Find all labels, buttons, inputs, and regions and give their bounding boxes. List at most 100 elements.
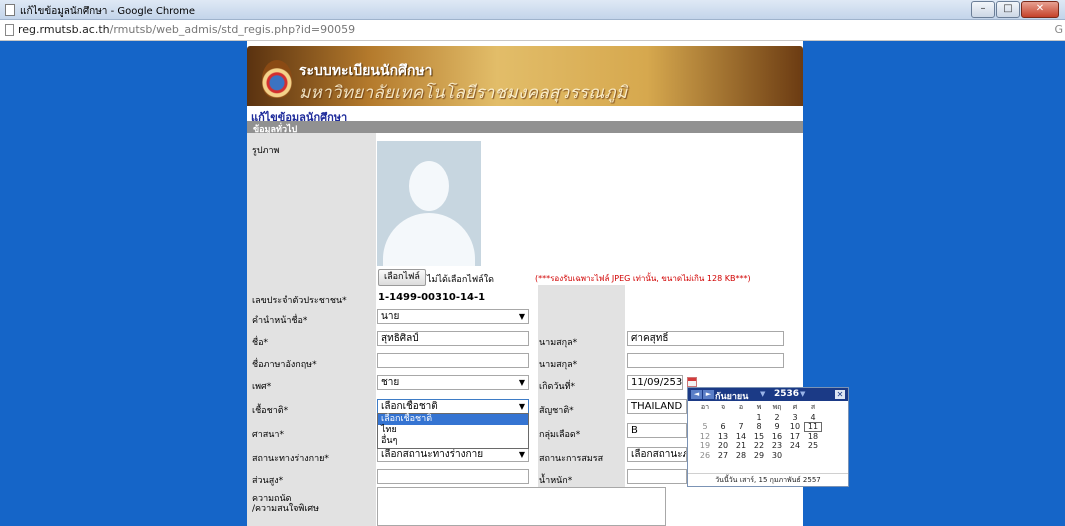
year-select[interactable]: 2536 xyxy=(774,389,799,399)
race-option[interactable]: อื่นๆ xyxy=(378,436,528,447)
body-status-select[interactable]: เลือกสถานะทางร่างกาย ▼ xyxy=(377,447,529,462)
calendar-day[interactable]: 9 xyxy=(768,422,786,432)
prev-month-button[interactable]: ◄ xyxy=(691,390,702,399)
avatar-head xyxy=(409,161,449,211)
calendar-day[interactable]: 18 xyxy=(804,432,822,442)
weight-label: น้ำหนัก* xyxy=(539,476,573,486)
calendar-day[interactable]: 24 xyxy=(786,441,804,451)
year-dropdown-icon[interactable]: ▼ xyxy=(800,390,805,398)
race-dropdown-list[interactable]: เลือกเชื้อชาติ ไทย อื่นๆ xyxy=(377,413,529,449)
calendar-day[interactable]: 19 xyxy=(696,441,714,451)
last-name-input[interactable]: ศาคสุทธิ์ xyxy=(627,331,784,346)
calendar-day[interactable]: 3 xyxy=(786,413,804,423)
calendar-day[interactable]: 8 xyxy=(750,422,768,432)
calendar-day[interactable]: 7 xyxy=(732,422,750,432)
date-picker[interactable]: ◄ ► กันยายน ▼ 2536 ▼ ✕ อา จ อ พ พฤ ศ ส 1… xyxy=(687,387,849,487)
url-path: /rmutsb/web_admis/std_regis.php?id=90059 xyxy=(109,23,356,36)
page-content: ระบบทะเบียนนักศึกษา มหาวิทยาลัยเทคโนโลยี… xyxy=(247,41,849,526)
calendar-icon[interactable] xyxy=(687,377,697,387)
race-select[interactable]: เลือกเชื้อชาติ ▼ xyxy=(377,399,529,414)
weekday-label: อา xyxy=(700,403,710,411)
marital-status-select[interactable]: เลือกสถานะภา xyxy=(627,447,687,462)
calendar-day xyxy=(732,413,750,423)
gender-select[interactable]: ชาย ▼ xyxy=(377,375,529,390)
page-icon xyxy=(5,4,15,16)
weekday-label: ส xyxy=(810,403,816,411)
calendar-day[interactable]: 17 xyxy=(786,432,804,442)
calendar-week-row: 19 20 21 22 23 24 25 xyxy=(696,441,846,451)
calendar-day[interactable]: 4 xyxy=(804,413,822,423)
calendar-grid: อา จ อ พ พฤ ศ ส 1 2 3 4 5 6 7 8 9 10 11 12 13 14 15 16 1… xyxy=(696,403,846,460)
first-name-en-input[interactable] xyxy=(377,353,529,368)
choose-file-button[interactable]: เลือกไฟล์ xyxy=(378,269,426,286)
close-calendar-button[interactable]: ✕ xyxy=(835,390,845,399)
body-status-label: สถานะทางร่างกาย* xyxy=(252,454,329,464)
calendar-day[interactable]: 12 xyxy=(696,432,714,442)
first-name-input[interactable]: สุทธิศิลป์ xyxy=(377,331,529,346)
calendar-week-row: 26 27 28 29 30 xyxy=(696,451,846,461)
no-file-text: ไม่ได้เลือกไฟล์ใด xyxy=(427,275,494,285)
blood-type-label: กลุ่มเลือด* xyxy=(539,430,581,440)
calendar-day[interactable]: 30 xyxy=(768,451,786,461)
calendar-day[interactable]: 5 xyxy=(696,422,714,432)
calendar-day[interactable]: 1 xyxy=(750,413,768,423)
photo-label: รูปภาพ xyxy=(252,146,280,156)
calendar-day[interactable]: 22 xyxy=(750,441,768,451)
calendar-day[interactable]: 28 xyxy=(732,451,750,461)
weekday-label: พ xyxy=(756,403,762,411)
document-icon xyxy=(5,24,14,36)
interest-textarea[interactable] xyxy=(377,487,666,526)
id-label: เลขประจำตัวประชาชน* xyxy=(252,296,347,306)
calendar-day[interactable]: 14 xyxy=(732,432,750,442)
calendar-day[interactable]: 15 xyxy=(750,432,768,442)
calendar-day[interactable]: 16 xyxy=(768,432,786,442)
calendar-day xyxy=(714,413,732,423)
calendar-day[interactable]: 6 xyxy=(714,422,732,432)
id-value: 1-1499-00310-14-1 xyxy=(378,292,486,303)
minimize-button[interactable]: – xyxy=(971,1,995,18)
next-month-button[interactable]: ► xyxy=(703,390,714,399)
calendar-day xyxy=(804,451,822,461)
last-name-en-label: นามสกุล* xyxy=(539,360,578,370)
prefix-select[interactable]: นาย ▼ xyxy=(377,309,529,324)
height-label: ส่วนสูง* xyxy=(252,476,284,486)
file-requirement-note: (***รองรับเฉพาะไฟล์ JPEG เท่านั้น, ขนาดไ… xyxy=(535,274,751,283)
url-text[interactable]: reg.rmutsb.ac.th/rmutsb/web_admis/std_re… xyxy=(18,23,355,36)
close-button[interactable]: ✕ xyxy=(1021,1,1059,18)
birth-date-input[interactable]: 11/09/2536 xyxy=(627,375,683,390)
university-seal-icon xyxy=(262,60,292,98)
label-column xyxy=(247,133,376,526)
birth-date-label: เกิดวันที่* xyxy=(539,382,576,392)
height-input[interactable] xyxy=(377,469,529,484)
race-option[interactable]: ไทย xyxy=(378,425,528,436)
calendar-day[interactable]: 10 xyxy=(786,422,804,432)
calendar-day[interactable]: 25 xyxy=(804,441,822,451)
avatar-body xyxy=(383,213,475,266)
calendar-day[interactable]: 27 xyxy=(714,451,732,461)
dropdown-arrow-icon: ▼ xyxy=(518,378,525,387)
interest-label-sub: /ความสนใจพิเศษ xyxy=(252,504,320,514)
gender-selected: ชาย xyxy=(381,377,400,388)
race-option[interactable]: เลือกเชื้อชาติ xyxy=(378,414,528,425)
last-name-en-input[interactable] xyxy=(627,353,784,368)
address-bar[interactable]: reg.rmutsb.ac.th/rmutsb/web_admis/std_re… xyxy=(0,20,1065,41)
calendar-day[interactable]: 29 xyxy=(750,451,768,461)
window-titlebar: แก้ไขข้อมูลนักศึกษา - Google Chrome – □ … xyxy=(0,0,1065,20)
calendar-week-row: 12 13 14 15 16 17 18 xyxy=(696,432,846,442)
calendar-day[interactable]: 2 xyxy=(768,413,786,423)
body-status-selected: เลือกสถานะทางร่างกาย xyxy=(381,449,484,460)
month-select[interactable]: กันยายน xyxy=(715,389,748,403)
calendar-day[interactable]: 20 xyxy=(714,441,732,451)
weight-input[interactable] xyxy=(627,469,687,484)
blood-type-input[interactable]: B xyxy=(627,423,687,438)
calendar-day[interactable]: 26 xyxy=(696,451,714,461)
url-host: reg.rmutsb.ac.th xyxy=(18,23,110,36)
calendar-day[interactable]: 11 xyxy=(804,422,822,432)
month-dropdown-icon[interactable]: ▼ xyxy=(760,390,765,398)
nationality-input[interactable]: THAILAND xyxy=(627,399,687,414)
calendar-day[interactable]: 23 xyxy=(768,441,786,451)
calendar-day[interactable]: 13 xyxy=(714,432,732,442)
maximize-button[interactable]: □ xyxy=(996,1,1020,18)
calendar-day[interactable]: 21 xyxy=(732,441,750,451)
today-footer[interactable]: วันนี้วัน เสาร์, 15 กุมภาพันธ์ 2557 xyxy=(688,473,848,486)
